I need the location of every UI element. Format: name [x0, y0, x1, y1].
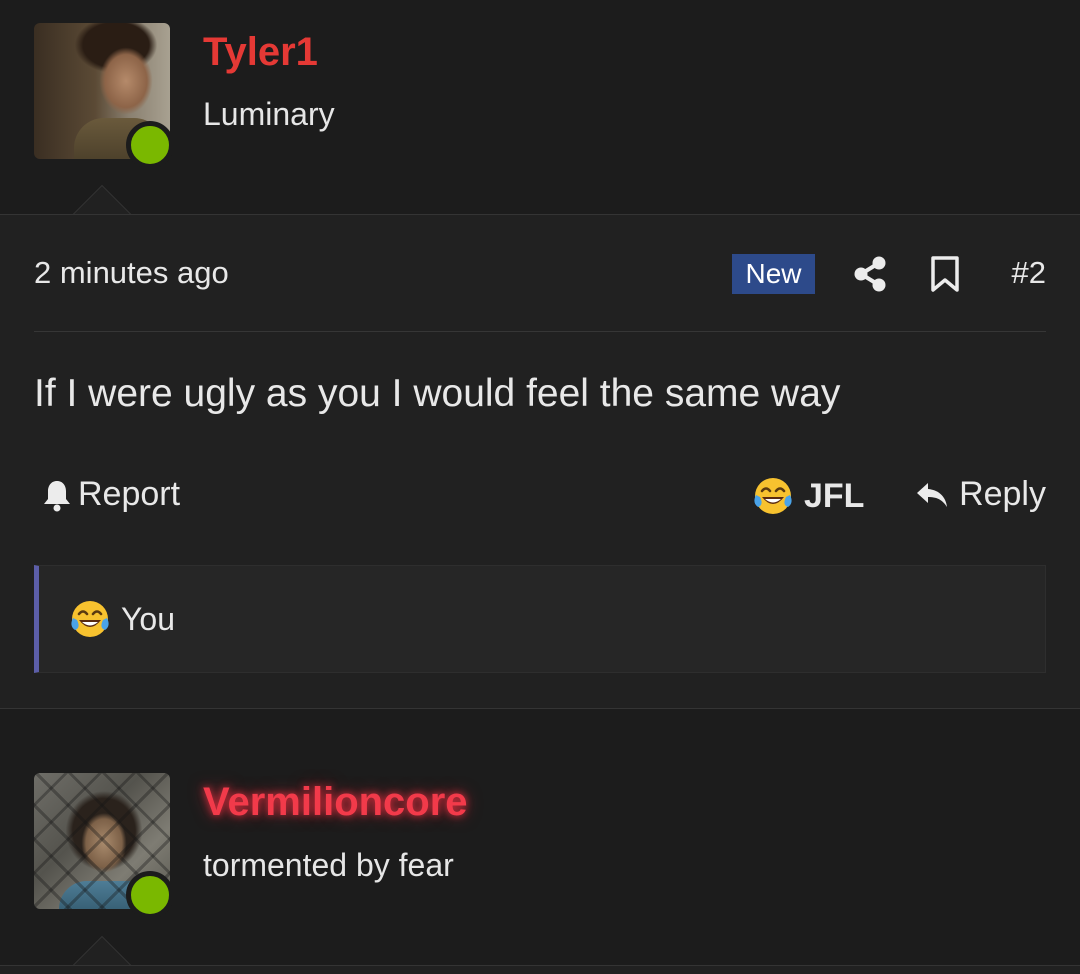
- reactions-label: You: [121, 600, 175, 637]
- post-timestamp[interactable]: 2 minutes ago: [34, 255, 229, 291]
- online-status-indicator: [126, 121, 174, 169]
- reaction-label: JFL: [804, 476, 865, 515]
- divider: [34, 331, 1046, 332]
- author-title: tormented by fear: [203, 847, 454, 883]
- header-pointer: [72, 936, 132, 966]
- post-meta-row: 2 minutes ago New #2: [34, 254, 1046, 295]
- bell-icon: [44, 480, 70, 511]
- post-separator: [0, 709, 1080, 739]
- author-title: Luminary: [203, 96, 335, 132]
- share-icon[interactable]: [852, 255, 888, 293]
- avatar-container[interactable]: [34, 773, 174, 919]
- post-body: 2 minutes ago New #2 If I were ugly as y…: [0, 214, 1080, 709]
- author-username[interactable]: Vermilioncore: [203, 780, 468, 825]
- bookmark-icon[interactable]: [929, 255, 961, 293]
- author-username[interactable]: Tyler1: [203, 30, 318, 75]
- post-message: If I were ugly as you I would feel the s…: [34, 372, 841, 415]
- reply-arrow-icon: [917, 482, 948, 507]
- avatar-container[interactable]: [34, 23, 174, 169]
- reaction-button[interactable]: JFL: [752, 475, 864, 517]
- post-body: [0, 965, 1080, 974]
- laughing-crying-emoji-icon: [754, 478, 792, 514]
- laughing-crying-emoji-icon: [71, 601, 109, 637]
- post-number-link[interactable]: #2: [1012, 255, 1046, 291]
- header-pointer: [72, 185, 132, 215]
- report-button[interactable]: Report: [42, 475, 180, 514]
- reactions-summary[interactable]: You: [34, 565, 1046, 673]
- new-badge: New: [732, 254, 815, 294]
- reply-button[interactable]: Reply: [915, 475, 1046, 514]
- reply-label: Reply: [959, 475, 1046, 513]
- online-status-indicator: [126, 871, 174, 919]
- post-author-header: Tyler1 Luminary: [0, 0, 1080, 215]
- post-actions: Report JFL Reply: [34, 475, 1046, 519]
- post-author-header: Vermilioncore tormented by fear: [0, 739, 1080, 966]
- report-label: Report: [78, 475, 181, 513]
